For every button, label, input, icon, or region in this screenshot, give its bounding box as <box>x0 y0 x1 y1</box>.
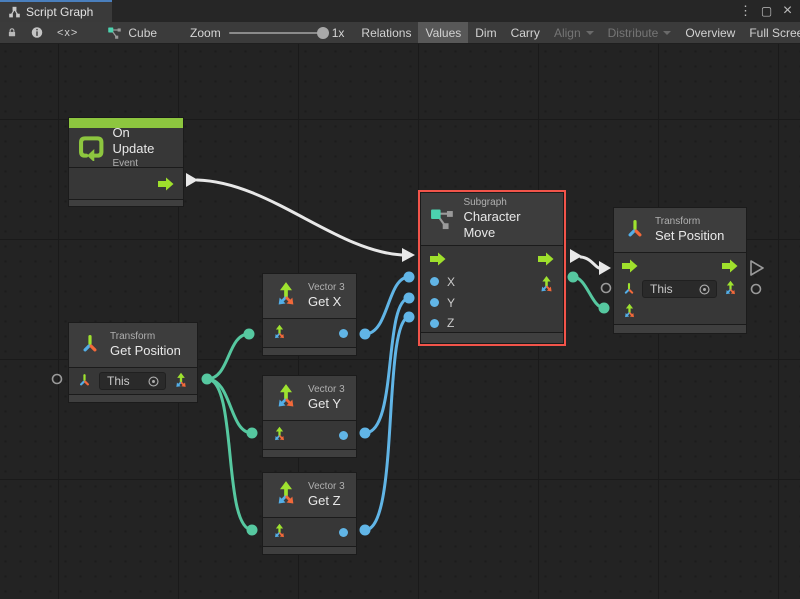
node-category: Vector 3 <box>308 481 345 494</box>
lock-icon <box>7 26 17 39</box>
carry-button[interactable]: Carry <box>504 22 547 43</box>
node-footer <box>69 394 197 402</box>
window-menu-button[interactable]: ⋮ <box>737 2 754 20</box>
node-footer <box>263 449 356 457</box>
port-label-x: X <box>447 275 455 289</box>
vector3-output-port[interactable] <box>722 280 739 298</box>
dim-button[interactable]: Dim <box>468 22 503 43</box>
full-screen-button[interactable]: Full Screen <box>742 22 800 43</box>
tab-script-graph[interactable]: Script Graph <box>0 0 112 22</box>
node-set-position[interactable]: Transform Set Position This <box>613 207 747 334</box>
node-get-y[interactable]: Vector 3 Get Y <box>262 375 357 458</box>
script-graph-icon <box>8 6 21 19</box>
value-output-port[interactable] <box>339 528 348 537</box>
node-title: On Update <box>112 125 174 158</box>
subgraph-icon <box>430 206 455 232</box>
transform-icon <box>623 217 647 243</box>
window-title-bar: Script Graph ⋮ ▢ × <box>0 0 800 22</box>
vector3-output-port[interactable] <box>537 275 556 296</box>
node-footer <box>421 332 563 343</box>
target-picker-icon[interactable] <box>698 283 711 296</box>
flow-output-port[interactable] <box>158 176 174 192</box>
target-field[interactable]: This <box>99 372 166 390</box>
node-title: Get Position <box>110 343 181 359</box>
lock-button[interactable] <box>0 22 24 43</box>
info-icon <box>31 26 43 39</box>
tab-label: Script Graph <box>26 5 93 19</box>
chevron-down-icon <box>586 31 594 35</box>
vector3-icon <box>272 281 300 311</box>
close-button[interactable]: × <box>779 2 796 20</box>
node-get-position[interactable]: Transform Get Position This <box>68 322 198 403</box>
node-footer <box>69 199 183 206</box>
chevron-down-icon <box>663 31 671 35</box>
vector3-icon <box>272 383 300 413</box>
info-button[interactable] <box>24 22 50 43</box>
value-input-port-x[interactable] <box>430 277 439 286</box>
port-label-z: Z <box>447 316 454 330</box>
node-title: Get Z <box>308 493 345 509</box>
node-footer <box>614 324 746 333</box>
node-title: Get Y <box>308 396 345 412</box>
vector3-input-port[interactable] <box>271 523 288 541</box>
flow-input-port[interactable] <box>622 258 638 274</box>
node-on-update[interactable]: On Update Event <box>68 117 184 207</box>
value-output-port[interactable] <box>339 431 348 440</box>
node-category: Transform <box>655 216 724 229</box>
node-footer <box>263 347 356 355</box>
node-get-z[interactable]: Vector 3 Get Z <box>262 472 357 555</box>
relations-button[interactable]: Relations <box>354 22 418 43</box>
vector3-input-port[interactable] <box>621 303 638 321</box>
values-button[interactable]: Values <box>418 22 468 43</box>
overview-button[interactable]: Overview <box>678 22 742 43</box>
graph-selector-button[interactable]: Cube <box>85 22 164 43</box>
code-icon: <x> <box>57 27 78 39</box>
event-loop-icon <box>78 134 104 161</box>
zoom-slider[interactable] <box>229 32 324 34</box>
target-field[interactable]: This <box>642 280 717 298</box>
value-output-port[interactable] <box>339 329 348 338</box>
flow-input-port[interactable] <box>430 251 446 267</box>
vector3-icon <box>272 480 300 510</box>
graph-icon <box>107 25 122 40</box>
flow-output-port[interactable] <box>722 258 738 274</box>
target-picker-icon[interactable] <box>147 375 160 388</box>
port-label-y: Y <box>447 296 455 310</box>
graph-toolbar: <x> Cube Zoom 1x Relations Values Dim Ca… <box>0 22 800 44</box>
node-title: Character Move <box>463 209 554 242</box>
value-input-port-z[interactable] <box>430 319 439 328</box>
node-category: Subgraph <box>463 197 554 210</box>
node-character-move[interactable]: Subgraph Character Move X Y Z <box>420 192 564 344</box>
zoom-label: Zoom <box>190 26 221 40</box>
vector3-input-port[interactable] <box>271 324 288 342</box>
align-button[interactable]: Align <box>547 22 601 43</box>
value-input-port-y[interactable] <box>430 298 439 307</box>
maximize-button[interactable]: ▢ <box>758 2 775 20</box>
node-title: Set Position <box>655 228 724 244</box>
vector3-input-port[interactable] <box>271 426 288 444</box>
node-category: Vector 3 <box>308 384 345 397</box>
edit-source-button[interactable]: <x> <box>50 22 85 43</box>
node-category: Vector 3 <box>308 282 345 295</box>
graph-name-label: Cube <box>128 26 157 40</box>
transform-icon <box>78 332 102 358</box>
node-footer <box>263 546 356 554</box>
zoom-slider-handle[interactable] <box>317 27 329 39</box>
zoom-value: 1x <box>332 26 345 40</box>
node-get-x[interactable]: Vector 3 Get X <box>262 273 357 356</box>
flow-output-port[interactable] <box>538 251 554 267</box>
transform-input-port[interactable] <box>76 372 93 390</box>
distribute-button[interactable]: Distribute <box>601 22 679 43</box>
vector3-output-port[interactable] <box>172 372 190 391</box>
node-category: Transform <box>110 331 181 344</box>
transform-input-port[interactable] <box>621 281 637 298</box>
node-title: Get X <box>308 294 345 310</box>
